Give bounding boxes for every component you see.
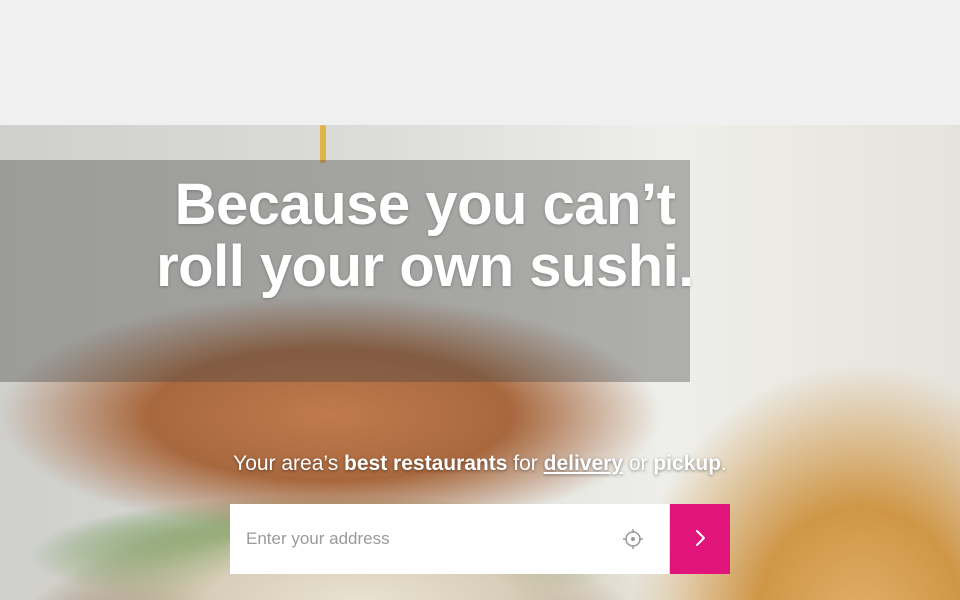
hero-tagline: Your area’s best restaurants for deliver… bbox=[0, 452, 960, 476]
hero-headline: Because you can’t roll your own sushi. bbox=[156, 172, 694, 299]
tagline-prefix: Your area’s bbox=[233, 452, 345, 475]
tagline-best-restaurants: best restaurants bbox=[344, 452, 508, 475]
address-input[interactable] bbox=[230, 504, 610, 574]
burger-toothpick bbox=[320, 125, 326, 163]
tagline-period: . bbox=[721, 452, 727, 475]
pickup-link[interactable]: pickup bbox=[653, 452, 721, 475]
tagline-for: for bbox=[507, 452, 544, 475]
delivery-link[interactable]: delivery bbox=[544, 452, 623, 475]
address-search-box bbox=[230, 504, 669, 574]
header-bar bbox=[0, 0, 960, 125]
chevron-right-icon bbox=[693, 528, 707, 551]
search-submit-button[interactable] bbox=[670, 504, 730, 574]
tagline-or: or bbox=[623, 452, 654, 475]
crosshair-icon[interactable] bbox=[622, 528, 644, 550]
